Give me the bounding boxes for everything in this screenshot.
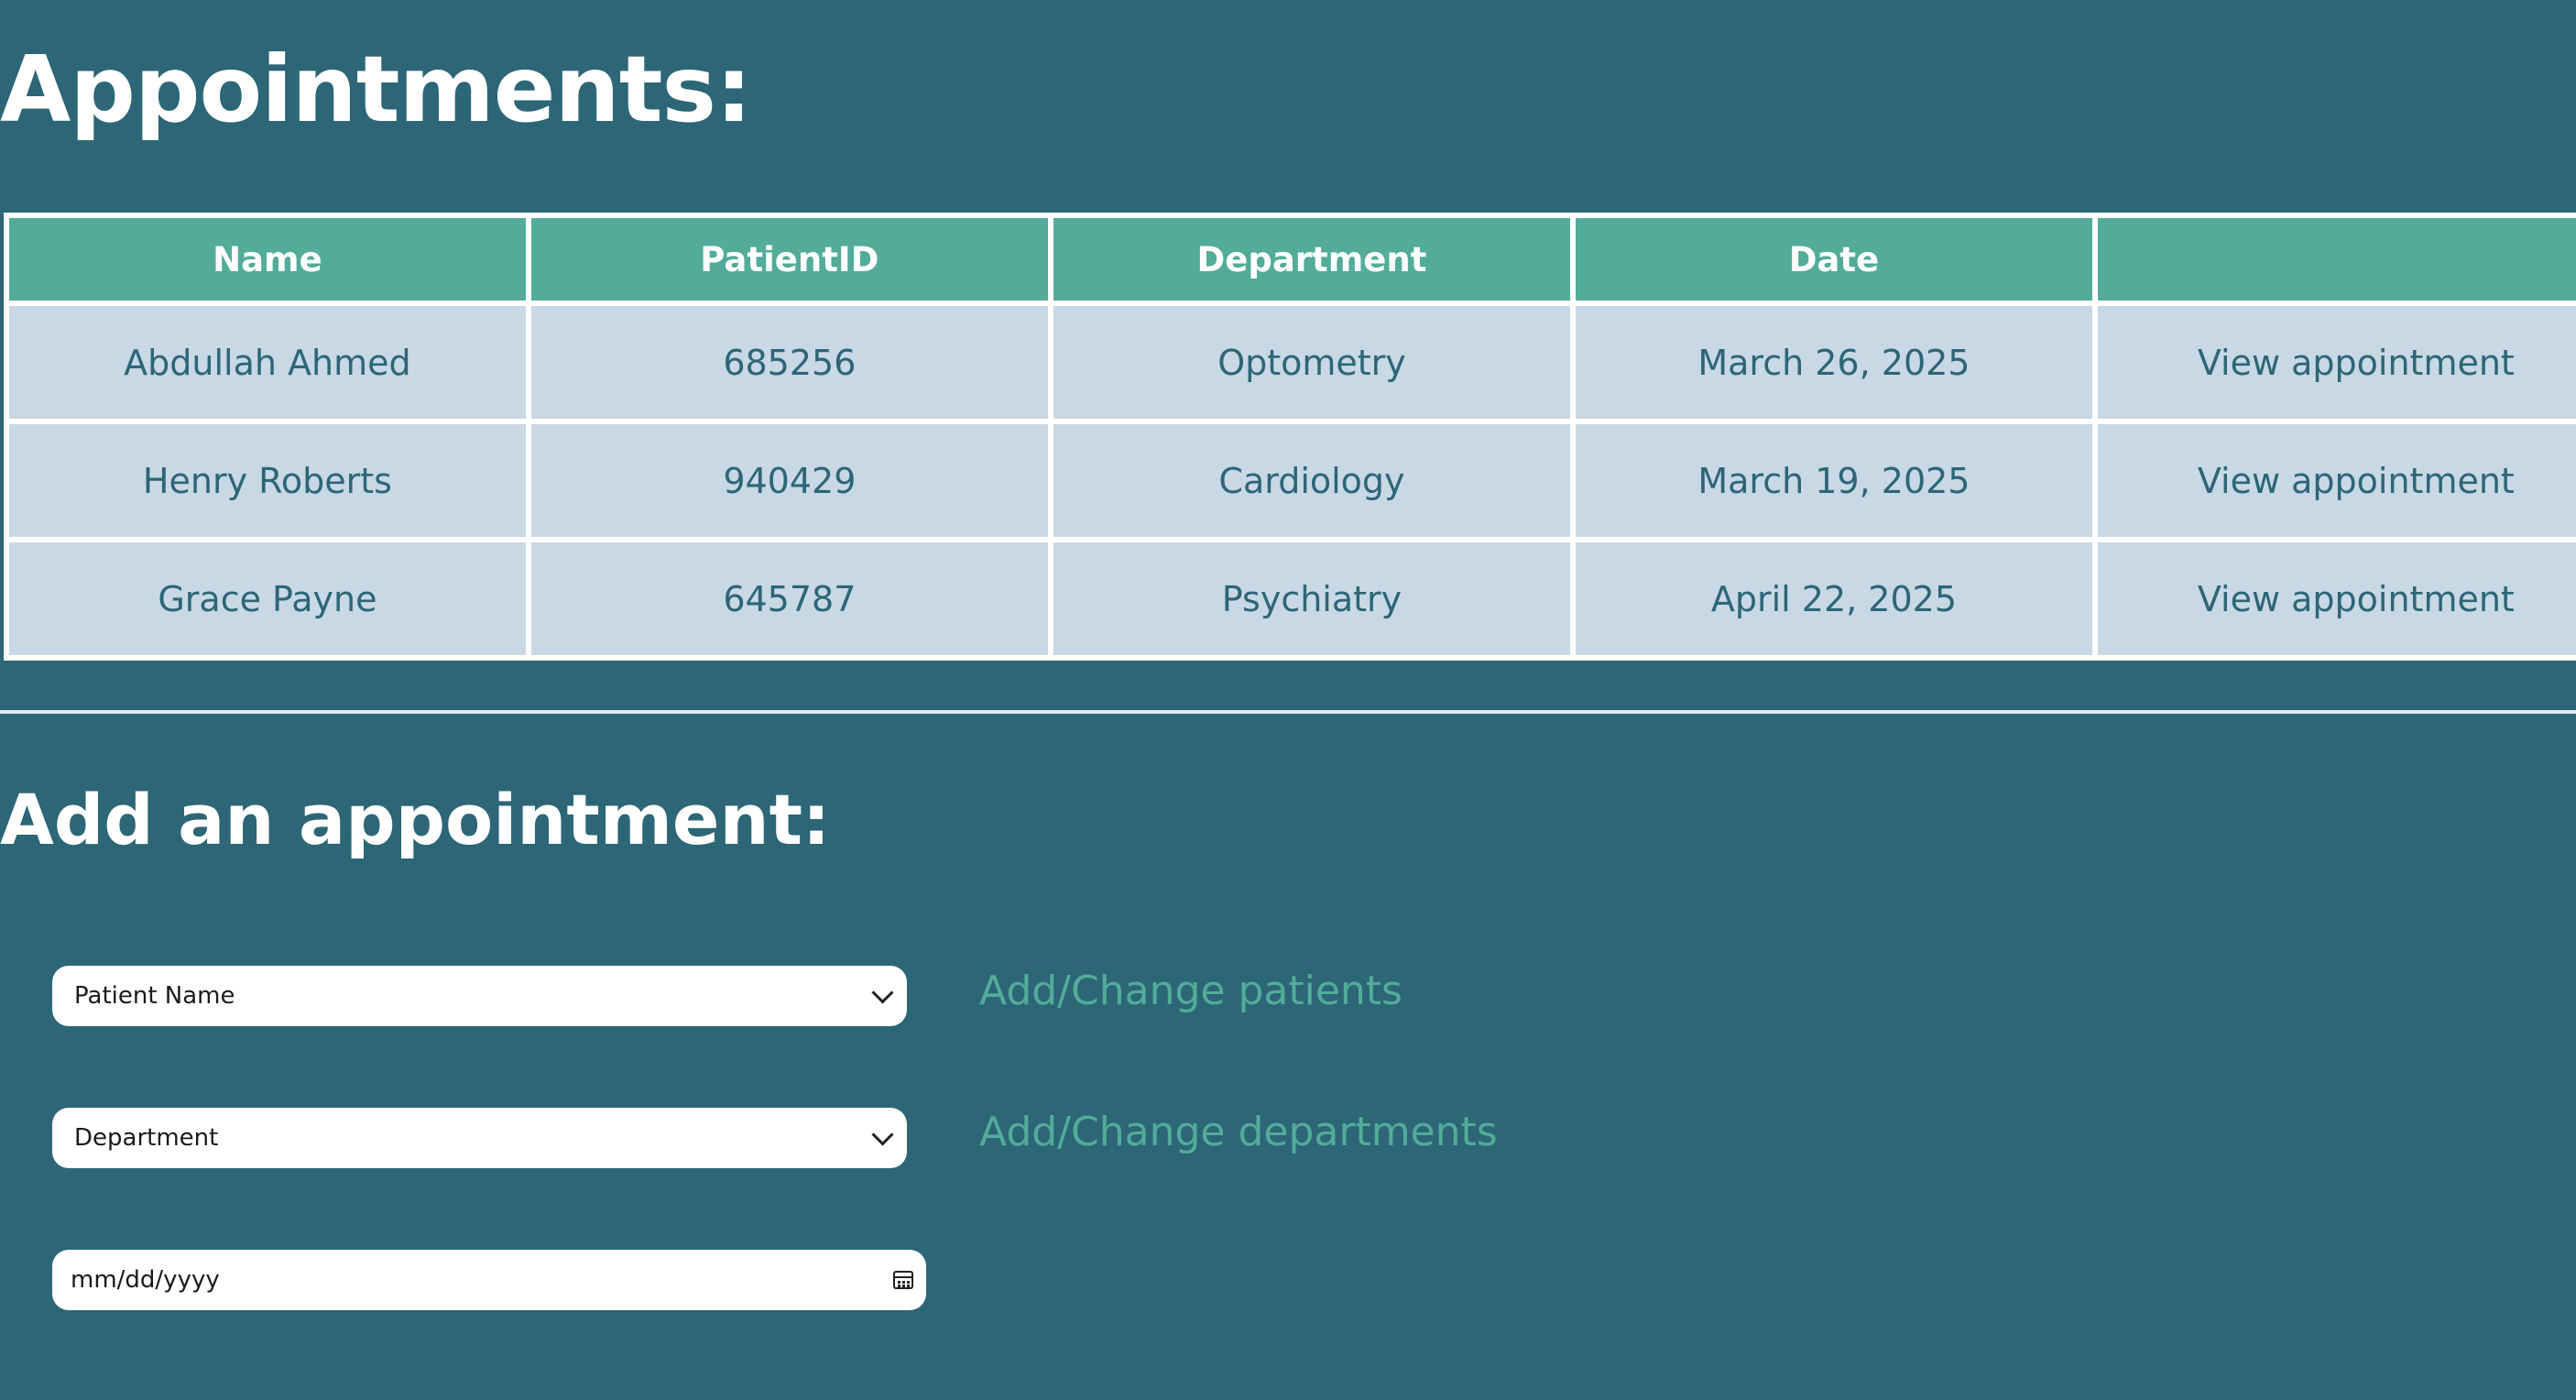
patient-name-select-value: Patient Name [74, 982, 235, 1010]
add-change-departments-link[interactable]: Add/Change departments [979, 1105, 1498, 1160]
patient-id-cell: 685256 [530, 306, 1048, 419]
patient-name-cell: Henry Roberts [9, 424, 526, 537]
header-name: Name [9, 218, 526, 301]
date-input[interactable]: mm/dd/yyyy [52, 1250, 926, 1310]
chevron-down-icon [871, 980, 894, 1004]
table-row: Grace Payne 645787 Psychiatry April 22, … [9, 542, 2576, 655]
calendar-icon[interactable] [893, 1271, 913, 1289]
view-appointment-link[interactable]: View appointment [2097, 424, 2576, 537]
table-header-row: Name PatientID Department Date [9, 218, 2576, 301]
patient-name-select[interactable]: Patient Name [52, 966, 907, 1026]
department-cell: Psychiatry [1053, 542, 1571, 655]
add-appointment-title: Add an appointment: [0, 779, 831, 860]
date-input-placeholder: mm/dd/yyyy [71, 1266, 220, 1294]
date-cell: March 19, 2025 [1576, 424, 2092, 537]
patient-name-cell: Abdullah Ahmed [9, 306, 526, 419]
view-appointment-link[interactable]: View appointment [2097, 306, 2576, 419]
table-row: Abdullah Ahmed 685256 Optometry March 26… [9, 306, 2576, 419]
table-row: Henry Roberts 940429 Cardiology March 19… [9, 424, 2576, 537]
department-cell: Optometry [1053, 306, 1571, 419]
patient-id-cell: 645787 [530, 542, 1048, 655]
department-select[interactable]: Department [52, 1108, 907, 1168]
header-patient-id: PatientID [530, 218, 1048, 301]
header-actions [2097, 218, 2576, 301]
patient-id-cell: 940429 [530, 424, 1048, 537]
page-title: Appointments: [0, 36, 752, 143]
header-date: Date [1576, 218, 2092, 301]
header-department: Department [1053, 218, 1571, 301]
chevron-down-icon [871, 1122, 894, 1146]
patient-name-cell: Grace Payne [9, 542, 526, 655]
date-cell: March 26, 2025 [1576, 306, 2092, 419]
section-divider [0, 710, 2576, 714]
add-change-patients-link[interactable]: Add/Change patients [979, 964, 1403, 1019]
appointments-table: Name PatientID Department Date Abdullah … [4, 213, 2576, 661]
department-cell: Cardiology [1053, 424, 1571, 537]
view-appointment-link[interactable]: View appointment [2097, 542, 2576, 655]
department-select-value: Department [74, 1124, 219, 1152]
date-cell: April 22, 2025 [1576, 542, 2092, 655]
